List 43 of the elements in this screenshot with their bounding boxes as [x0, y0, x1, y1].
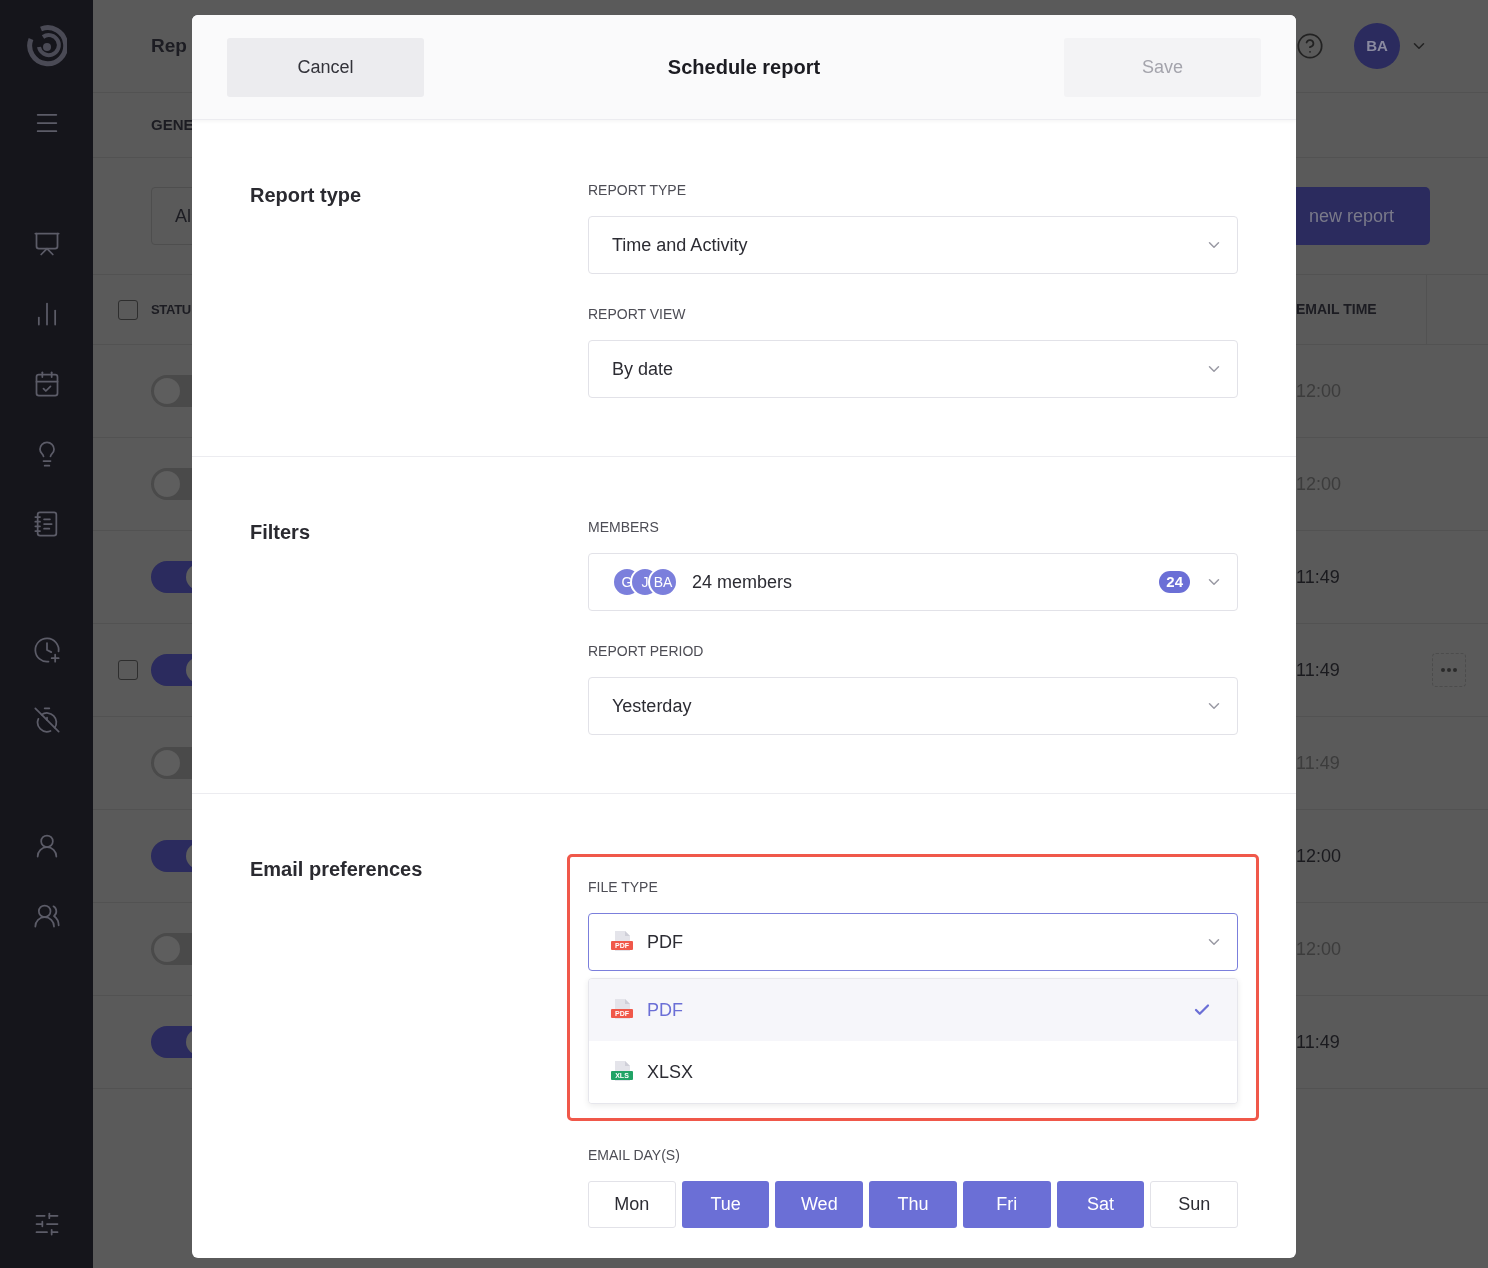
section-title: Email preferences: [250, 858, 423, 880]
select-field[interactable]: G J BA 24 members 24: [588, 553, 1238, 611]
section-title: Report type: [250, 184, 362, 206]
page-title: Rep: [151, 33, 187, 58]
select-field[interactable]: By date: [588, 340, 1238, 398]
member-avatar: BA: [648, 567, 678, 597]
more-button[interactable]: [1432, 653, 1466, 687]
dialog-title: Schedule report: [667, 55, 821, 80]
count-badge: 24: [1159, 571, 1190, 593]
day-toggle[interactable]: Sun: [1150, 1181, 1239, 1228]
day-toggle[interactable]: Wed: [775, 1181, 864, 1228]
users-icon[interactable]: [32, 902, 61, 930]
email-time: 11:49: [1296, 1030, 1340, 1054]
day-toggle[interactable]: Sat: [1056, 1181, 1145, 1228]
presentation-icon[interactable]: [32, 230, 61, 258]
column-header: STATU: [151, 300, 191, 319]
help-icon[interactable]: [1296, 32, 1324, 60]
day-toggle[interactable]: Thu: [869, 1181, 957, 1228]
field-label: REPORT PERIOD: [588, 642, 705, 661]
day-toggle[interactable]: Mon: [588, 1181, 676, 1228]
field-label: REPORT VIEW: [588, 305, 687, 324]
email-time: 11:49: [1296, 565, 1340, 589]
field-label: FILE TYPE: [588, 878, 659, 897]
checkbox[interactable]: [118, 299, 138, 320]
email-time: 11:49: [1296, 658, 1340, 682]
field-label: REPORT TYPE: [588, 181, 688, 200]
day-toggle[interactable]: Tue: [681, 1181, 770, 1228]
more-icon: [1441, 668, 1457, 672]
tab[interactable]: GENE: [151, 113, 194, 137]
section-title: Filters: [250, 521, 311, 543]
timer-off-icon[interactable]: [32, 706, 61, 734]
logo-icon: [26, 25, 67, 69]
email-time: 12:00: [1296, 844, 1342, 868]
field-label: MEMBERS: [588, 518, 660, 537]
members-value: 24 members: [692, 570, 793, 594]
clock-plus-icon[interactable]: [32, 636, 61, 664]
day-toggle[interactable]: Fri: [962, 1181, 1051, 1228]
field-label: EMAIL DAY(S): [588, 1146, 681, 1165]
select-field[interactable]: Yesterday: [588, 677, 1238, 735]
user-avatar[interactable]: BA: [1354, 23, 1400, 69]
checkbox[interactable]: [118, 660, 138, 680]
cancel-button[interactable]: Cancel: [227, 37, 424, 97]
select-field[interactable]: Time and Activity: [588, 216, 1238, 274]
